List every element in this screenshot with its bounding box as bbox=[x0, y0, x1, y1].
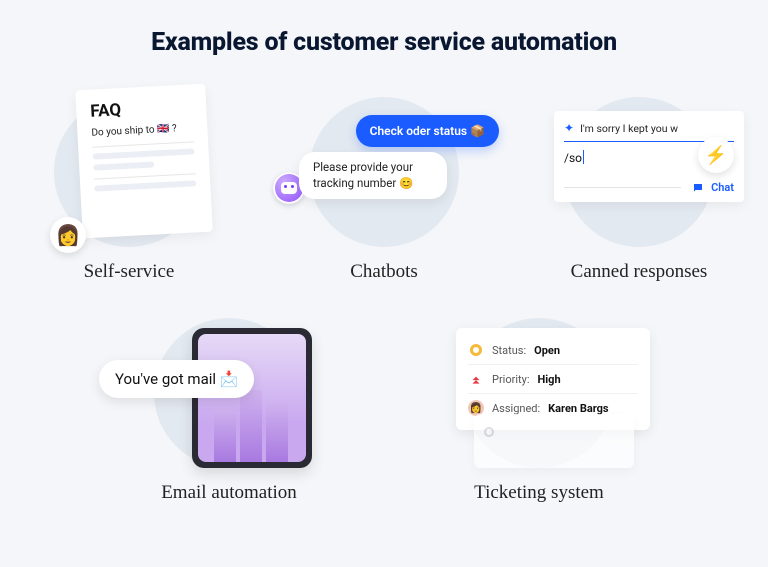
decorative-column bbox=[266, 402, 288, 462]
ticketing-illustration: Status: Open Priority: High 👩 Assigned: … bbox=[464, 318, 614, 468]
caption-ticketing: Ticketing system bbox=[474, 482, 604, 504]
tablet-screen bbox=[198, 334, 306, 462]
row-1: FAQ Do you ship to 🇬🇧 ? 👩 Self-service C… bbox=[0, 97, 768, 283]
placeholder-line bbox=[93, 148, 195, 159]
decorative-column bbox=[214, 407, 236, 462]
row-2: You've got mail 📩 Email automation Statu… bbox=[0, 318, 768, 504]
caption-canned: Canned responses bbox=[571, 261, 708, 283]
assigned-label: Assigned: bbox=[492, 402, 540, 415]
channel-row: Chat bbox=[554, 175, 744, 194]
channel-label: Chat bbox=[711, 181, 734, 194]
priority-value: High bbox=[538, 373, 561, 386]
email-illustration: You've got mail 📩 bbox=[154, 318, 304, 468]
placeholder-line bbox=[93, 161, 154, 170]
self-service-illustration: FAQ Do you ship to 🇬🇧 ? 👩 bbox=[54, 97, 204, 247]
caption-self-service: Self-service bbox=[84, 261, 175, 283]
item-canned-responses: ✦ I'm sorry I kept you w /so Chat ⚡ Cann… bbox=[539, 97, 739, 283]
caption-chatbots: Chatbots bbox=[350, 261, 418, 283]
faq-question: Do you ship to 🇬🇧 ? bbox=[91, 122, 193, 138]
status-label: Status: bbox=[492, 344, 526, 357]
ticket-priority-row: Priority: High bbox=[468, 367, 638, 391]
sparkle-icon: ✦ bbox=[564, 121, 574, 135]
status-open-icon bbox=[468, 342, 484, 358]
canned-preview-text: I'm sorry I kept you w bbox=[580, 122, 678, 135]
background-ticket-card bbox=[474, 414, 634, 468]
mail-notification-bubble: You've got mail 📩 bbox=[99, 360, 254, 398]
item-email-automation: You've got mail 📩 Email automation bbox=[129, 318, 329, 504]
ticket-status-row: Status: Open bbox=[468, 338, 638, 362]
lightning-bolt-icon: ⚡ bbox=[698, 137, 734, 173]
item-chatbots: Check oder status 📦 Please provide your … bbox=[284, 97, 484, 283]
decorative-column bbox=[240, 390, 262, 462]
chatbots-illustration: Check oder status 📦 Please provide your … bbox=[309, 97, 459, 247]
page-title: Examples of customer service automation bbox=[0, 0, 768, 57]
divider bbox=[468, 364, 638, 365]
support-agent-avatar-icon: 👩 bbox=[50, 217, 86, 253]
status-placeholder-icon bbox=[484, 427, 494, 437]
item-ticketing-system: Status: Open Priority: High 👩 Assigned: … bbox=[439, 318, 639, 504]
priority-high-icon bbox=[468, 371, 484, 387]
faq-heading: FAQ bbox=[90, 96, 193, 121]
divider bbox=[564, 187, 681, 188]
assigned-value: Karen Bargs bbox=[548, 402, 608, 415]
status-value: Open bbox=[534, 344, 560, 357]
caption-email: Email automation bbox=[161, 482, 297, 504]
item-self-service: FAQ Do you ship to 🇬🇧 ? 👩 Self-service bbox=[29, 97, 229, 283]
canned-illustration: ✦ I'm sorry I kept you w /so Chat ⚡ bbox=[564, 97, 714, 247]
divider bbox=[94, 173, 196, 179]
divider bbox=[92, 141, 194, 147]
bot-message-bubble: Please provide your tracking number 😊 bbox=[299, 152, 447, 199]
user-message-bubble: Check oder status 📦 bbox=[356, 115, 499, 147]
chat-bubble-icon bbox=[691, 182, 705, 194]
divider bbox=[468, 393, 638, 394]
tablet-device-icon bbox=[192, 328, 312, 468]
priority-label: Priority: bbox=[492, 373, 530, 386]
placeholder-line bbox=[94, 180, 196, 191]
faq-card: FAQ Do you ship to 🇬🇧 ? bbox=[75, 84, 213, 239]
